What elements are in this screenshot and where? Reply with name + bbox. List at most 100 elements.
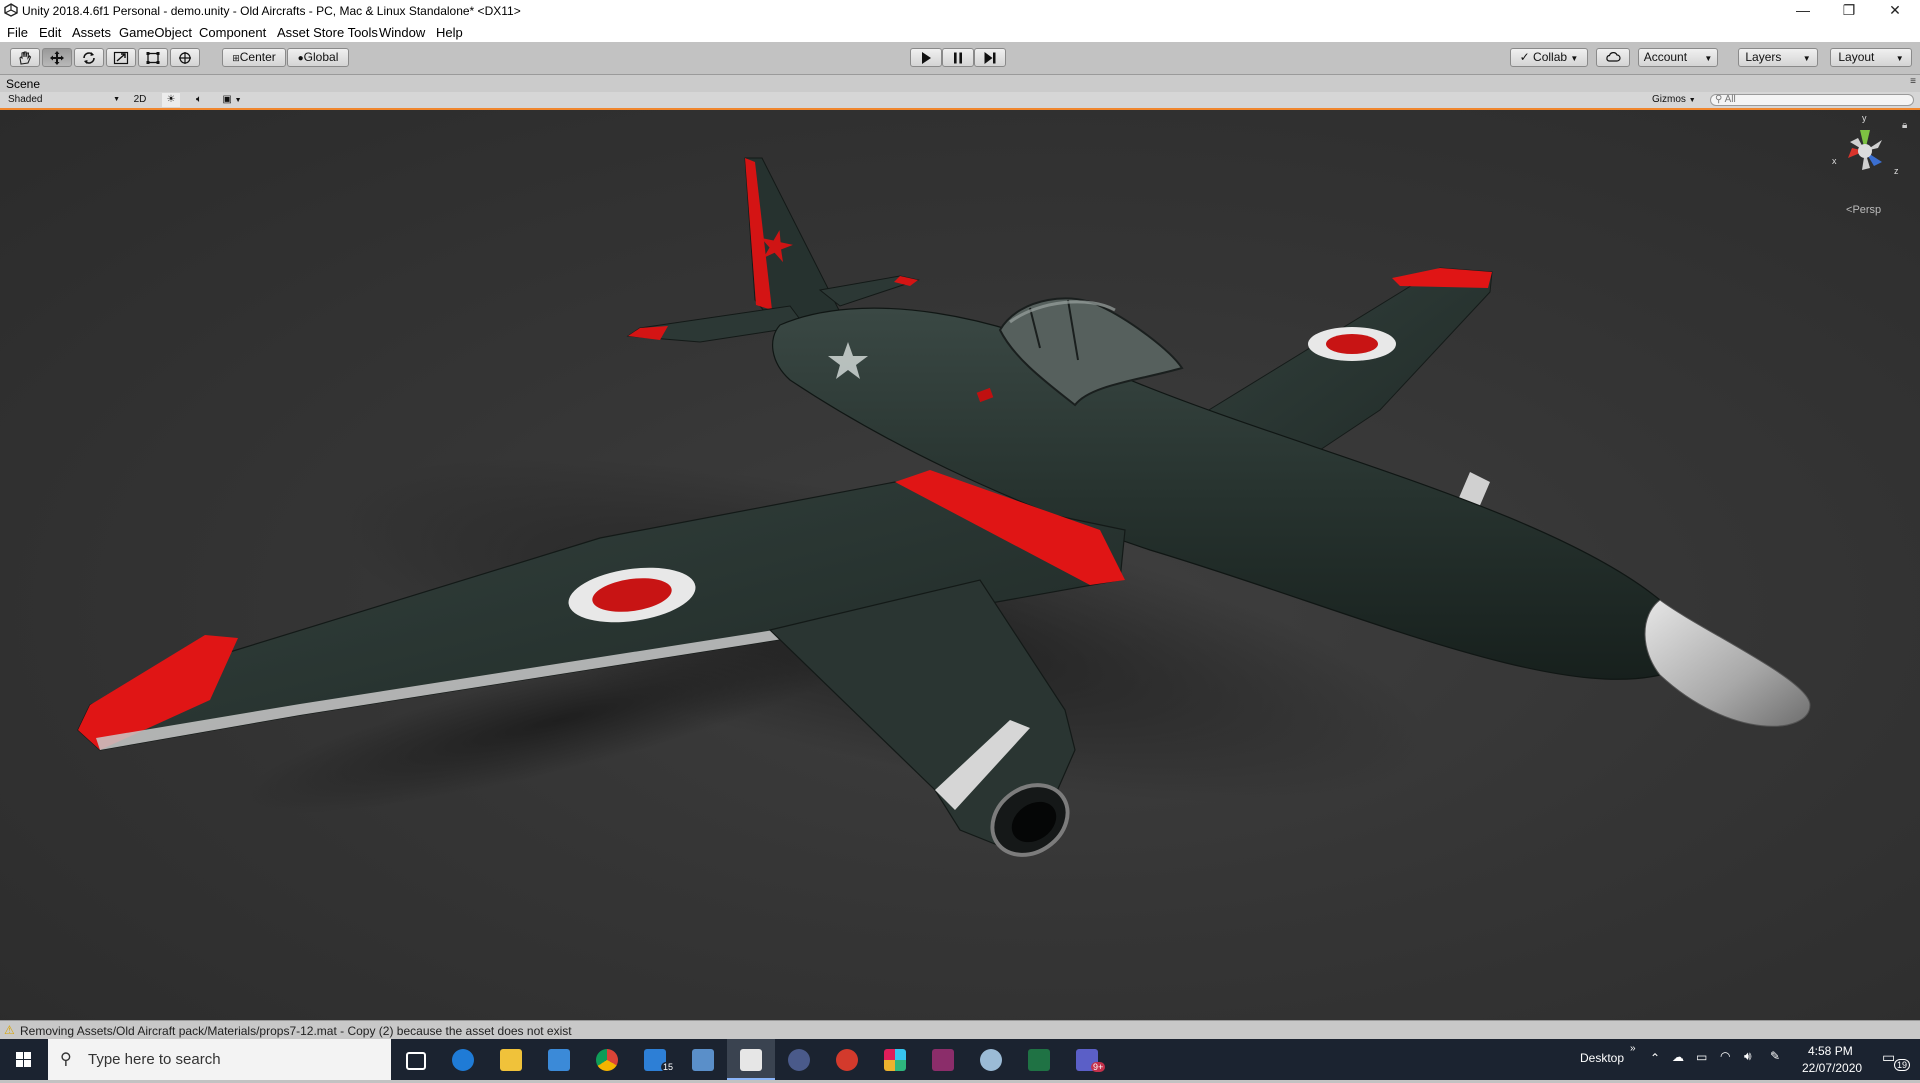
account-dropdown[interactable]: Account ▼ xyxy=(1638,48,1718,67)
scene-tab[interactable]: Scene ≡ xyxy=(0,75,1920,92)
lock-icon[interactable]: 🔒︎ xyxy=(1902,120,1907,131)
slack-icon xyxy=(884,1049,906,1071)
rotate-icon xyxy=(83,52,95,64)
menu-component[interactable]: Component xyxy=(199,25,266,40)
excel-icon xyxy=(1028,1049,1050,1071)
play-icon xyxy=(922,52,931,64)
chrome-icon xyxy=(596,1049,618,1071)
nose-cone xyxy=(1644,599,1811,727)
start-button[interactable] xyxy=(0,1039,48,1080)
taskbar-search[interactable]: ⚲ Type here to search xyxy=(48,1039,391,1080)
lighting-toggle[interactable]: ☀ xyxy=(162,93,180,107)
audio-toggle[interactable]: 🔈︎ xyxy=(190,93,208,107)
file-explorer-app[interactable] xyxy=(487,1039,535,1080)
winrar-app[interactable] xyxy=(919,1039,967,1080)
folder-icon xyxy=(500,1049,522,1071)
close-button[interactable]: ✕ xyxy=(1872,0,1918,22)
window-title: Unity 2018.4.6f1 Personal - demo.unity -… xyxy=(22,4,521,18)
hand-tool-button[interactable] xyxy=(10,48,40,67)
onedrive-icon[interactable]: ☁ xyxy=(1672,1050,1684,1064)
desktop-toolbar-expand-icon[interactable]: » xyxy=(1630,1043,1636,1054)
chevron-down-icon: ▼ xyxy=(113,96,120,103)
wifi-icon[interactable]: ◠ xyxy=(1720,1049,1730,1063)
chevron-down-icon: ▼ xyxy=(1688,97,1696,104)
screenpresso-app[interactable] xyxy=(823,1039,871,1080)
pivot-global-button[interactable]: ●Global xyxy=(287,48,349,67)
transform-tool-button[interactable] xyxy=(170,48,200,67)
unity-logo-icon xyxy=(4,3,18,17)
effects-dropdown[interactable]: ▣ ▼ xyxy=(218,93,246,107)
warning-icon: ⚠ xyxy=(4,1023,15,1037)
panel-menu-icon[interactable]: ≡ xyxy=(1910,76,1916,87)
move-icon xyxy=(50,51,64,65)
chrome-app[interactable] xyxy=(583,1039,631,1080)
gizmo-x-label: x xyxy=(1832,156,1837,166)
pivot-center-button[interactable]: ⊞Center xyxy=(222,48,286,67)
rect-tool-button[interactable] xyxy=(138,48,168,67)
restore-button[interactable]: ❐ xyxy=(1826,0,1872,22)
layers-label: Layers xyxy=(1745,50,1782,64)
menu-file[interactable]: File xyxy=(7,25,28,40)
chevron-down-icon: ▼ xyxy=(1895,54,1904,63)
scene-viewport[interactable]: y x z 🔒︎ <Persp xyxy=(0,110,1920,1020)
shading-mode-dropdown[interactable]: Shaded ▼ xyxy=(8,93,120,107)
notification-badge: 19 xyxy=(1894,1059,1911,1071)
paint-app[interactable] xyxy=(967,1039,1015,1080)
excel-app[interactable] xyxy=(1015,1039,1063,1080)
pen-icon[interactable]: ✎ xyxy=(1770,1049,1780,1063)
scale-tool-button[interactable] xyxy=(106,48,136,67)
right-wing-tip xyxy=(1392,268,1492,288)
menu-edit[interactable]: Edit xyxy=(39,25,61,40)
collab-dropdown[interactable]: ✓ Collab ▼ xyxy=(1510,48,1588,67)
store-icon xyxy=(548,1049,570,1071)
main-toolbar: ⊞Center ●Global ✓ Collab ▼ Account ▼ Lay… xyxy=(0,42,1920,75)
console-message[interactable]: Removing Assets/Old Aircraft pack/Materi… xyxy=(20,1024,572,1038)
layout-dropdown[interactable]: Layout ▼ xyxy=(1830,48,1912,67)
menu-asset-store-tools[interactable]: Asset Store Tools xyxy=(277,25,378,40)
menu-help[interactable]: Help xyxy=(436,25,463,40)
teams-app[interactable]: 9+ xyxy=(1063,1039,1111,1080)
minimize-button[interactable]: — xyxy=(1780,0,1826,22)
account-label: Account xyxy=(1643,50,1688,64)
notification-center-button[interactable]: ▭ 19 xyxy=(1880,1047,1911,1073)
blender-app[interactable] xyxy=(775,1039,823,1080)
edge-app[interactable] xyxy=(439,1039,487,1080)
teams-badge: 9+ xyxy=(1091,1062,1106,1072)
menu-assets[interactable]: Assets xyxy=(72,25,111,40)
scale-icon xyxy=(113,51,129,65)
menu-gameobject[interactable]: GameObject xyxy=(119,25,192,40)
menu-window[interactable]: Window xyxy=(379,25,425,40)
task-view-button[interactable] xyxy=(391,1039,439,1080)
rotate-tool-button[interactable] xyxy=(74,48,104,67)
battery-icon[interactable]: ▭ xyxy=(1696,1050,1707,1064)
slack-app[interactable] xyxy=(871,1039,919,1080)
cloud-icon xyxy=(1606,52,1621,62)
show-hidden-icons-icon[interactable]: ⌃ xyxy=(1650,1051,1660,1065)
clock-time[interactable]: 4:58 PM xyxy=(1808,1044,1853,1058)
projection-toggle[interactable]: <Persp xyxy=(1846,204,1881,216)
scene-search-input[interactable]: ⚲ All xyxy=(1710,94,1914,106)
axis-gizmo-icon xyxy=(1848,130,1882,170)
cloud-button[interactable] xyxy=(1596,48,1630,67)
gizmos-label: Gizmos xyxy=(1652,94,1686,105)
orientation-gizmo[interactable]: y x z xyxy=(1830,113,1900,186)
clock-date[interactable]: 22/07/2020 xyxy=(1802,1061,1862,1075)
unity-app[interactable] xyxy=(727,1039,775,1080)
desktop-toolbar[interactable]: Desktop xyxy=(1580,1051,1624,1065)
step-button[interactable] xyxy=(974,48,1006,67)
2d-toggle[interactable]: 2D xyxy=(130,93,150,107)
chevron-down-icon: ▼ xyxy=(1704,54,1713,63)
volume-icon[interactable]: 🔊︎ xyxy=(1744,1049,1752,1064)
remote-desktop-app[interactable] xyxy=(679,1039,727,1080)
pause-button[interactable] xyxy=(942,48,974,67)
mail-app[interactable]: 15 xyxy=(631,1039,679,1080)
speaker-icon: 🔈︎ xyxy=(196,94,202,105)
gizmos-dropdown[interactable]: Gizmos ▼ xyxy=(1652,93,1702,107)
move-tool-button[interactable] xyxy=(42,48,72,67)
status-bar: ⚠ Removing Assets/Old Aircraft pack/Mate… xyxy=(0,1020,1920,1040)
play-button[interactable] xyxy=(910,48,942,67)
shading-mode-label: Shaded xyxy=(8,94,43,105)
pause-icon xyxy=(954,52,962,64)
store-app[interactable] xyxy=(535,1039,583,1080)
layers-dropdown[interactable]: Layers ▼ xyxy=(1738,48,1818,67)
